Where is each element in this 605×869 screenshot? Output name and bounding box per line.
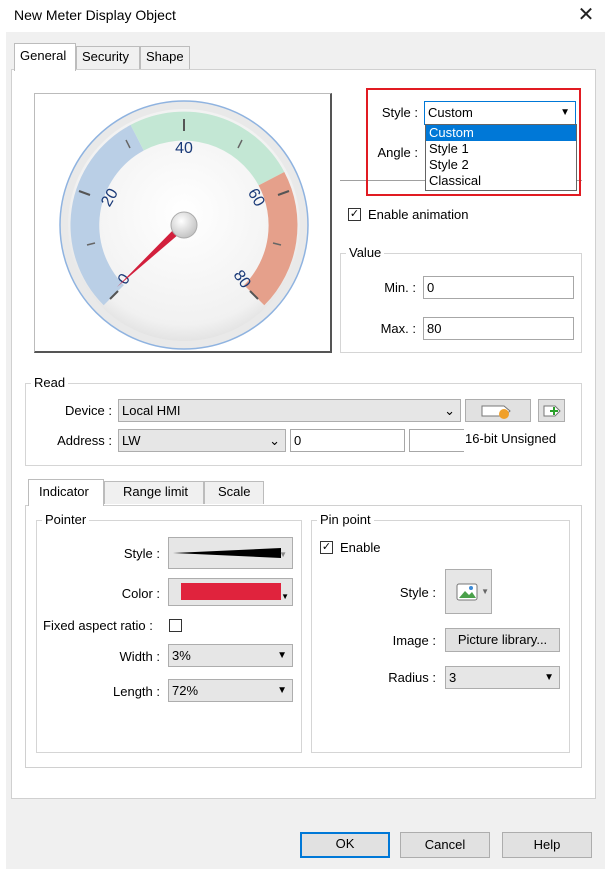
pointer-width-value: 3%: [172, 648, 191, 663]
pin-image-label: Image :: [392, 633, 436, 648]
address-label: Address :: [57, 433, 112, 448]
tab-general[interactable]: General: [14, 43, 76, 71]
chevron-down-icon: ⌄: [444, 403, 455, 418]
image-icon: [456, 583, 478, 601]
style-option-style1[interactable]: Style 1: [426, 141, 576, 157]
enable-animation-checkbox[interactable]: ✓: [348, 208, 361, 221]
tab-security[interactable]: Security: [76, 46, 140, 69]
style-select[interactable]: Custom ▼: [424, 101, 576, 125]
style-select-value: Custom: [428, 105, 473, 120]
data-format-label: 16-bit Unsigned: [465, 431, 557, 446]
window-title: New Meter Display Object: [14, 7, 176, 23]
pin-point-group-title: Pin point: [317, 512, 374, 527]
chevron-down-icon: ▼: [279, 550, 287, 559]
pin-radius-label: Radius :: [388, 670, 436, 685]
tab-range-limit[interactable]: Range limit: [104, 481, 204, 504]
style-dropdown-list: Custom Style 1 Style 2 Classical: [425, 124, 577, 191]
meter-preview: 0 20 40 60 80: [34, 93, 332, 353]
pointer-length-value: 72%: [172, 683, 199, 698]
tag-settings-button[interactable]: [465, 399, 531, 422]
meter-graphic: 0 20 40 60 80: [59, 100, 309, 350]
chevron-down-icon: ▼: [277, 650, 287, 661]
min-label: Min. :: [384, 280, 416, 295]
pointer-length-label: Length :: [113, 684, 160, 699]
pin-style-select[interactable]: ▼: [445, 569, 492, 614]
pointer-shape-icon: [173, 548, 281, 558]
pin-radius-select[interactable]: 3 ▼: [445, 666, 560, 689]
meter-pin: [170, 211, 198, 239]
help-button[interactable]: Help: [502, 832, 592, 858]
left-edge: [0, 32, 6, 869]
max-label: Max. :: [380, 321, 416, 336]
chevron-down-icon: ⌄: [269, 433, 280, 448]
pin-enable-label: Enable: [340, 540, 381, 555]
color-swatch: [181, 583, 281, 600]
pointer-width-select[interactable]: 3% ▼: [168, 644, 293, 667]
device-select-value: Local HMI: [122, 403, 181, 418]
chevron-down-icon: ▼: [544, 672, 554, 683]
read-group-title: Read: [31, 375, 69, 390]
min-input[interactable]: 0: [423, 276, 574, 299]
style-option-style2[interactable]: Style 2: [426, 157, 576, 173]
picture-library-button[interactable]: Picture library...: [445, 628, 560, 652]
pointer-style-select[interactable]: ▼: [168, 537, 293, 569]
ok-button[interactable]: OK: [300, 832, 390, 858]
cancel-button[interactable]: Cancel: [400, 832, 490, 858]
pin-style-label: Style :: [399, 585, 436, 600]
fixed-aspect-label: Fixed aspect ratio :: [43, 618, 153, 633]
pointer-style-label: Style :: [123, 546, 160, 561]
style-label: Style :: [381, 105, 418, 120]
style-option-classical[interactable]: Classical: [426, 173, 576, 189]
chevron-down-icon: ▼: [560, 107, 570, 118]
tick-label-40: 40: [175, 140, 193, 157]
pointer-length-select[interactable]: 72% ▼: [168, 679, 293, 702]
tab-shape[interactable]: Shape: [140, 46, 190, 69]
tab-indicator[interactable]: Indicator: [28, 479, 104, 506]
value-group-title: Value: [346, 245, 385, 260]
pin-enable-checkbox[interactable]: ✓: [320, 541, 333, 554]
pointer-width-label: Width :: [119, 649, 160, 664]
pointer-group-title: Pointer: [42, 512, 90, 527]
chevron-down-icon: ▼: [277, 685, 287, 696]
address-type-value: LW: [122, 433, 141, 448]
enable-animation-label: Enable animation: [368, 207, 469, 222]
read-group: [25, 383, 582, 466]
pin-radius-value: 3: [449, 670, 457, 685]
device-label: Device :: [65, 403, 112, 418]
close-icon[interactable]: ✕: [574, 3, 598, 27]
add-tag-button[interactable]: [538, 399, 565, 422]
pointer-color-label: Color :: [121, 586, 160, 601]
max-input[interactable]: 80: [423, 317, 574, 340]
address-extra-input[interactable]: [409, 429, 464, 452]
pointer-color-picker[interactable]: ▼: [168, 578, 293, 606]
address-type-select[interactable]: LW ⌄: [118, 429, 286, 452]
device-select[interactable]: Local HMI ⌄: [118, 399, 461, 422]
title-bar: New Meter Display Object ✕: [0, 0, 605, 32]
address-input[interactable]: 0: [290, 429, 405, 452]
tab-scale[interactable]: Scale: [204, 481, 264, 504]
chevron-down-icon: ▼: [281, 592, 289, 601]
tag-icon: [481, 405, 511, 419]
style-option-custom[interactable]: Custom: [426, 125, 576, 141]
angle-label: Angle :: [377, 145, 418, 160]
chevron-down-icon: ▼: [481, 587, 489, 596]
add-tag-icon: [543, 405, 561, 417]
fixed-aspect-checkbox[interactable]: [169, 619, 182, 632]
